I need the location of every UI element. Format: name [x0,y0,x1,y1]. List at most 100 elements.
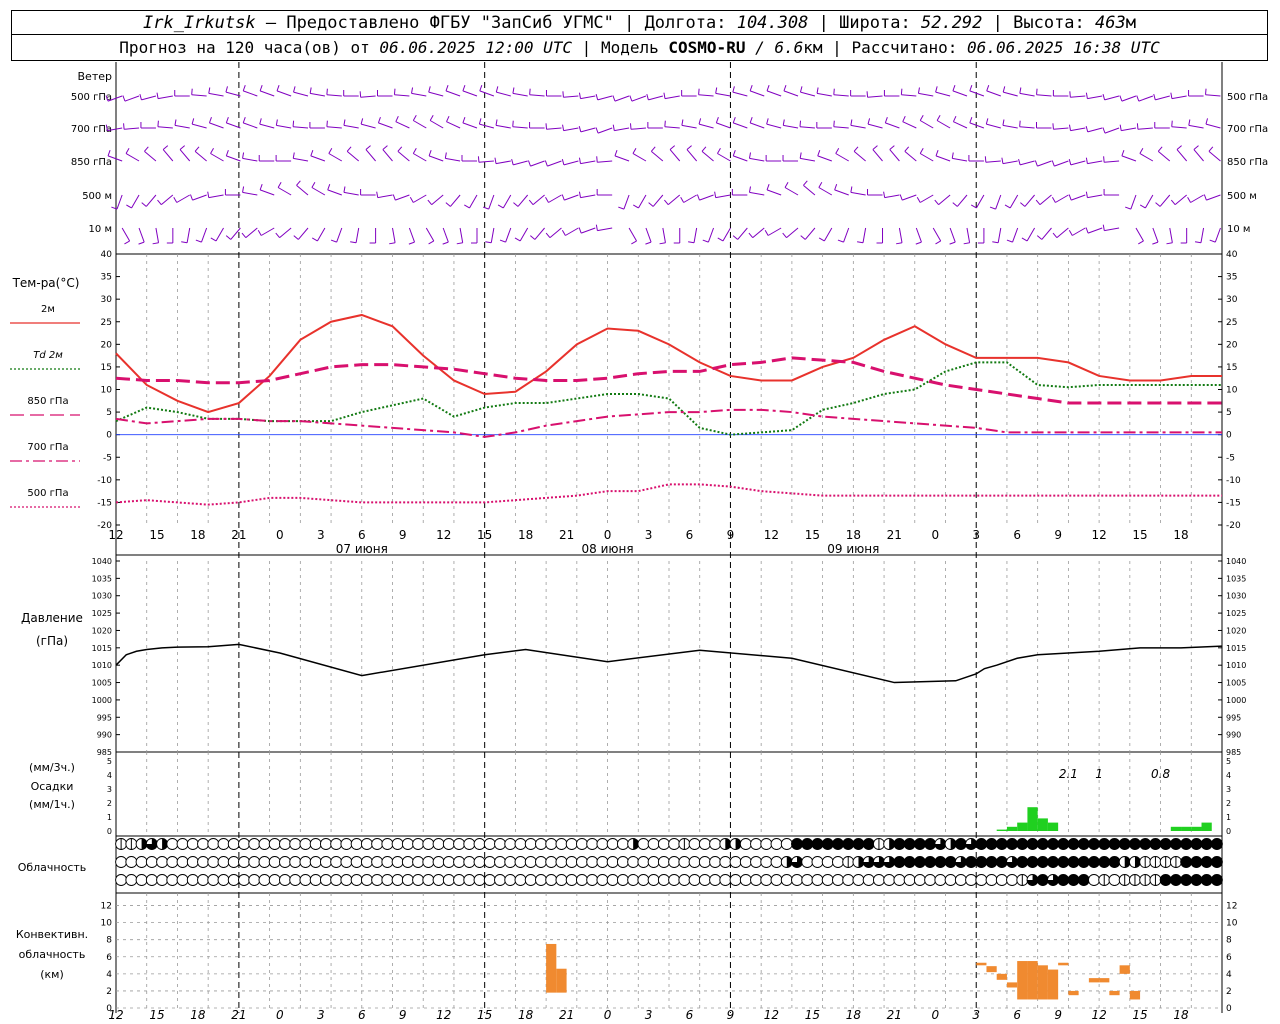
wind-level-label: 10 м [89,224,112,235]
wind-barb-feather [293,86,296,93]
wind-barb-staff [953,121,968,129]
wind-barb-staff [529,94,545,97]
wind-barb-staff [209,122,224,129]
wind-barb-staff [495,124,511,129]
cloud-symbol-fill [1047,838,1059,850]
wind-barb-staff [935,155,951,162]
wind-barb-feather [1068,158,1072,166]
wind-barb-feather [629,123,632,130]
wind-barb-feather [275,119,278,126]
hour-label: 6 [1013,528,1021,542]
wind-barb-staff [936,120,951,129]
wind-barb-staff [686,149,698,162]
wind-barb-staff [733,122,748,129]
wind-barb-staff [192,194,207,201]
cloud-symbol [186,874,199,886]
wind-barb-feather [935,150,939,157]
wind-barb-staff [378,122,393,129]
wind-barb-staff [833,126,849,129]
cloud-symbol [197,856,209,868]
wind-barb-staff [664,126,680,129]
wind-barb-feather [495,119,498,126]
cloud-symbol [688,838,701,850]
wind-barb-feather [799,120,802,127]
wind-barb-feather [191,118,195,125]
cloud-symbol-fill [1108,856,1120,868]
wind-barb-staff [157,95,173,100]
wind-barb-feather [156,92,159,99]
hour-label-bottom: 0 [604,1008,612,1022]
wind-barb-staff [1139,153,1154,162]
wind-barb-staff [800,157,816,162]
cloud-symbol [360,856,373,868]
wind-barb-staff [512,92,528,97]
wind-barb-feather [174,119,177,126]
cloud-symbol-fill [1068,838,1080,850]
wind-barb-staff [259,123,275,129]
wind-barb-staff [818,187,833,196]
wind-barb-staff [1121,127,1137,132]
wind-barb-staff [698,123,714,129]
wind-barb-staff [1019,160,1035,166]
cloud-symbol [340,838,353,850]
conv-ytick: 12 [101,902,112,912]
wind-barb-feather [309,87,312,94]
day-label: 09 июня [827,542,879,556]
wind-barb-staff [597,227,613,232]
hour-label-bottom: 18 [1173,1008,1189,1022]
wind-barb-staff [191,94,207,97]
wind-barb-staff [192,123,207,129]
temp-ytick-right: -10 [1226,476,1241,486]
wind-barb-staff [638,194,647,209]
hour-label: 18 [1173,528,1188,542]
wind-barb-staff [681,124,697,129]
wind-barb-staff [242,191,258,196]
wind-barb-feather [686,145,692,150]
wind-barb-feather [595,127,599,134]
cloud-symbol [207,856,220,868]
precip-bar [996,829,1007,831]
cloud-symbol [1108,874,1121,886]
wind-barb-feather [311,237,318,242]
wind-barb-staff [631,95,647,102]
wind-barb-staff [786,227,799,239]
cloud-symbol [463,874,476,886]
pressure-ytick: 1015 [92,644,112,653]
cloud-symbol [125,856,138,868]
wind-barb-staff [1174,194,1187,206]
wind-barb-staff [194,150,207,162]
cloud-symbol [299,874,312,886]
hour-label: 12 [764,528,779,542]
wind-barb-feather [1136,95,1140,102]
conv-ytick-right: 8 [1226,936,1232,946]
wind-barb-staff [1137,127,1153,130]
wind-barb-feather [1203,194,1207,201]
cloud-symbol [401,856,414,868]
conv-ytick-right: 10 [1226,919,1238,929]
wind-barb-feather [124,240,130,245]
wind-barb-staff [766,123,782,129]
cloud-symbol [176,838,189,850]
cloud-symbol [637,874,650,886]
hour-label: 15 [805,528,820,542]
cloud-symbol [903,874,916,886]
wind-barb-staff [715,92,731,97]
temp-ytick-right: 25 [1226,318,1237,328]
wind-barb-staff [445,90,461,97]
cloud-symbol [535,838,547,850]
conv-bar [1099,978,1110,983]
wind-barb-feather [633,204,639,209]
wind-barb-feather [969,117,973,124]
cloud-symbol [319,856,332,868]
precip-ytick-right: 5 [1226,757,1231,766]
cloud-symbol [432,856,445,868]
wind-barb-staff [210,153,224,162]
conv-ytick-right: 6 [1226,953,1232,963]
conv-bar [546,943,557,993]
precip-bar [1170,826,1182,831]
wind-barb-feather [818,182,823,188]
precip-bar [1037,818,1048,831]
wind-barb-feather [1205,118,1209,125]
cloud-symbol [207,838,220,850]
wind-barb-feather [544,160,548,167]
